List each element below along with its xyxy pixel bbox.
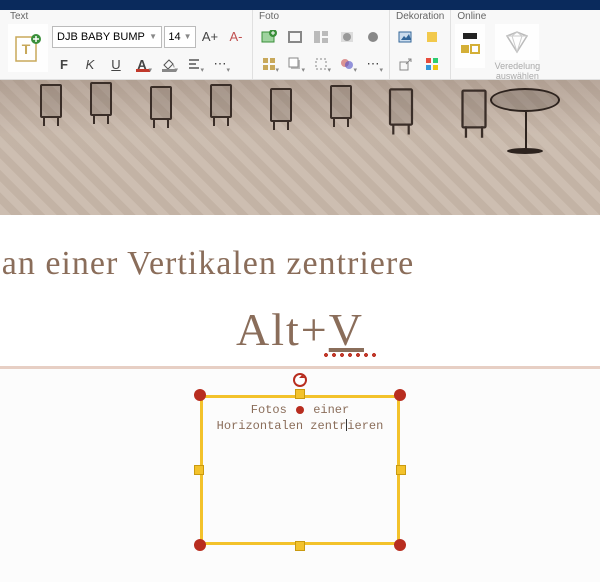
font-size-select[interactable]: 14 ▼ [164, 26, 196, 48]
deco-shape-button[interactable] [420, 25, 444, 49]
handle-ne[interactable] [394, 389, 406, 401]
chevron-down-icon: ▼ [184, 32, 192, 41]
photo-grid-button[interactable] [257, 52, 281, 76]
heading-line: os an einer Vertikalen zentriere [0, 245, 600, 283]
photo-add-icon [261, 30, 277, 44]
underline-button[interactable]: U [104, 52, 128, 76]
circle-icon [365, 30, 381, 44]
italic-button[interactable]: K [78, 52, 102, 76]
anchor-dot-icon [296, 406, 304, 414]
veredelung-label: Veredelung auswählen [491, 62, 543, 82]
svg-text:T: T [22, 41, 31, 57]
font-name-select[interactable]: DJB BABY BUMP ▼ [52, 26, 162, 48]
deco-size-button[interactable] [394, 52, 418, 76]
filter-icon [340, 57, 354, 71]
grid-icon [262, 57, 276, 71]
handle-e[interactable] [396, 465, 406, 475]
font-color-button[interactable]: A [130, 52, 154, 76]
font-name-value: DJB BABY BUMP [57, 31, 145, 43]
group-online: Online Veredelung auswählen [451, 10, 547, 79]
rotate-handle-icon[interactable] [293, 373, 307, 387]
shortcut-hint: Alt+V [0, 303, 600, 356]
photo-filter-button[interactable] [335, 52, 359, 76]
photo-border-button[interactable] [309, 52, 333, 76]
group-text: Text T DJB BABY BUMP ▼ 14 [4, 10, 253, 79]
photo-shadow-button[interactable] [283, 52, 307, 76]
layout-icon [313, 30, 329, 44]
more-text-button[interactable]: ⋯ [208, 52, 232, 76]
ellipsis-icon: ⋯ [367, 56, 380, 72]
color-swatch [136, 69, 150, 72]
divider-line [0, 366, 600, 369]
page: os an einer Vertikalen zentriere Alt+V F… [0, 215, 600, 369]
insert-text-button[interactable]: T [8, 24, 48, 72]
frame-icon [287, 30, 303, 44]
insert-photo-button[interactable] [257, 25, 281, 49]
handle-sw[interactable] [194, 539, 206, 551]
shadow-icon [288, 57, 302, 71]
group-foto: Foto [253, 10, 390, 79]
bold-button[interactable]: F [52, 52, 76, 76]
color-swatch [162, 69, 176, 72]
align-icon [187, 57, 201, 71]
group-online-label: Online [455, 10, 543, 24]
square-icon [424, 30, 440, 44]
deco-color-button[interactable] [420, 52, 444, 76]
text-box-content[interactable]: Fotos einer Horizontalen zentrieren [200, 403, 400, 434]
title-bar [0, 0, 600, 10]
border-icon [314, 57, 328, 71]
chevron-down-icon: ▼ [149, 32, 157, 41]
font-size-value: 14 [168, 31, 180, 43]
photo-more-button[interactable]: ⋯ [361, 52, 385, 76]
alignment-button[interactable] [182, 52, 206, 76]
effects-icon [459, 31, 481, 61]
resize-icon [399, 57, 413, 71]
font-shrink-button[interactable]: A- [224, 25, 248, 49]
photo-effect-button[interactable] [361, 25, 385, 49]
ribbon: Text T DJB BABY BUMP ▼ 14 [0, 10, 600, 80]
group-deko-label: Dekoration [394, 10, 446, 24]
palette-icon [425, 57, 439, 71]
background-photo [0, 80, 600, 215]
group-dekoration: Dekoration [390, 10, 451, 79]
font-grow-button[interactable]: A+ [198, 25, 222, 49]
photo-layout-button[interactable] [309, 25, 333, 49]
group-foto-label: Foto [257, 10, 385, 24]
spelling-squiggle-icon [322, 352, 378, 358]
canvas[interactable]: os an einer Vertikalen zentriere Alt+V F… [0, 80, 600, 369]
veredelung-button[interactable] [495, 24, 539, 60]
diamond-icon [503, 30, 531, 54]
group-text-label: Text [8, 10, 248, 24]
handle-s[interactable] [295, 541, 305, 551]
ellipsis-icon: ⋯ [214, 56, 227, 72]
deco-clipart-button[interactable] [394, 25, 418, 49]
clipart-icon [398, 30, 414, 44]
handle-se[interactable] [394, 539, 406, 551]
highlight-color-button[interactable] [156, 52, 180, 76]
selected-text-box[interactable]: Fotos einer Horizontalen zentrieren [200, 395, 400, 545]
handle-n[interactable] [295, 389, 305, 399]
photo-crop-button[interactable] [335, 25, 359, 49]
handle-nw[interactable] [194, 389, 206, 401]
online-effects-button[interactable] [455, 24, 485, 68]
mask-icon [339, 30, 355, 44]
handle-w[interactable] [194, 465, 204, 475]
photo-frame-button[interactable] [283, 25, 307, 49]
